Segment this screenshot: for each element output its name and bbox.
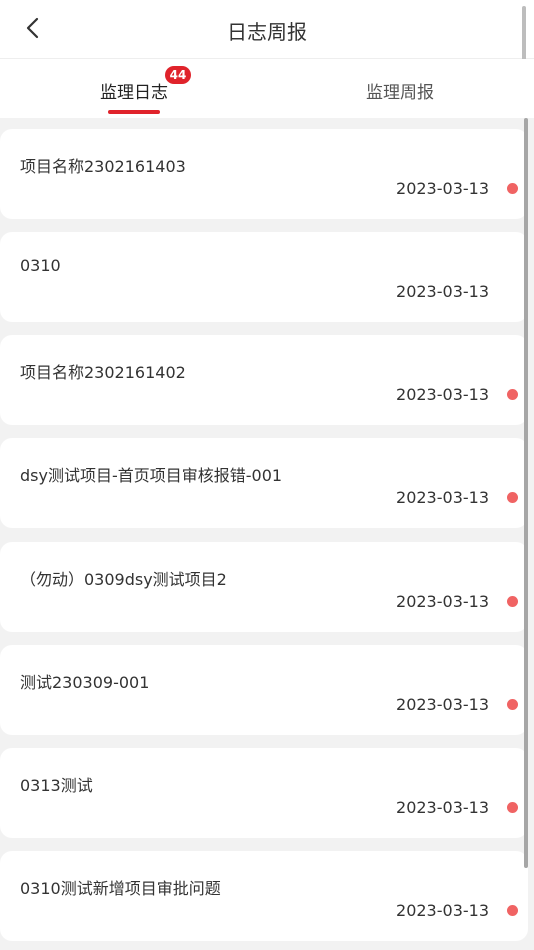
record-date: 2023-03-13 (396, 695, 489, 714)
list-item[interactable]: 0310 2023-03-13 (0, 232, 528, 322)
header-scrollbar (522, 6, 526, 62)
record-date: 2023-03-13 (396, 901, 489, 920)
list-item[interactable]: 项目名称2302161402 2023-03-13 (0, 335, 528, 425)
unread-count-badge: 44 (165, 66, 191, 84)
unread-dot (507, 492, 518, 503)
list-item[interactable]: 项目名称2302161403 2023-03-13 (0, 129, 528, 219)
tab-bar: 监理日志 44 监理周报 (0, 59, 534, 118)
list-item[interactable]: dsy测试项目-首页项目审核报错-001 2023-03-13 (0, 438, 528, 528)
record-date: 2023-03-13 (396, 798, 489, 817)
record-date: 2023-03-13 (396, 179, 489, 198)
record-title: 0310 (20, 256, 61, 275)
record-date: 2023-03-13 (396, 282, 489, 301)
record-title: 项目名称2302161402 (20, 363, 186, 382)
top-bar: 日志周报 (0, 0, 534, 62)
active-tab-indicator (108, 110, 160, 114)
tab-label: 监理周报 (366, 83, 434, 103)
record-title: dsy测试项目-首页项目审核报错-001 (20, 466, 283, 485)
record-date: 2023-03-13 (396, 385, 489, 404)
record-title: 测试230309-001 (20, 673, 150, 692)
list-item[interactable]: 0313测试 2023-03-13 (0, 748, 528, 838)
record-date: 2023-03-13 (396, 592, 489, 611)
unread-dot (507, 802, 518, 813)
tab-supervision-log[interactable]: 监理日志 44 (34, 59, 234, 118)
unread-dot (507, 183, 518, 194)
unread-dot (507, 389, 518, 400)
page-title: 日志周报 (227, 20, 307, 44)
tab-supervision-weekly[interactable]: 监理周报 (300, 59, 500, 118)
list-item[interactable]: （勿动）0309dsy测试项目2 2023-03-13 (0, 542, 528, 632)
log-list: 项目名称2302161403 2023-03-13 0310 2023-03-1… (0, 118, 534, 950)
list-scrollbar[interactable] (524, 118, 528, 868)
tab-label: 监理日志 (100, 83, 168, 103)
unread-dot (507, 905, 518, 916)
list-item[interactable]: 测试230309-001 2023-03-13 (0, 645, 528, 735)
record-title: 项目名称2302161403 (20, 157, 186, 176)
record-date: 2023-03-13 (396, 488, 489, 507)
record-title: 0313测试 (20, 776, 93, 795)
record-title: 0310测试新增项目审批问题 (20, 879, 221, 898)
unread-dot (507, 699, 518, 710)
record-title: （勿动）0309dsy测试项目2 (20, 570, 227, 589)
list-item[interactable]: 0310测试新增项目审批问题 2023-03-13 (0, 851, 528, 941)
unread-dot (507, 596, 518, 607)
